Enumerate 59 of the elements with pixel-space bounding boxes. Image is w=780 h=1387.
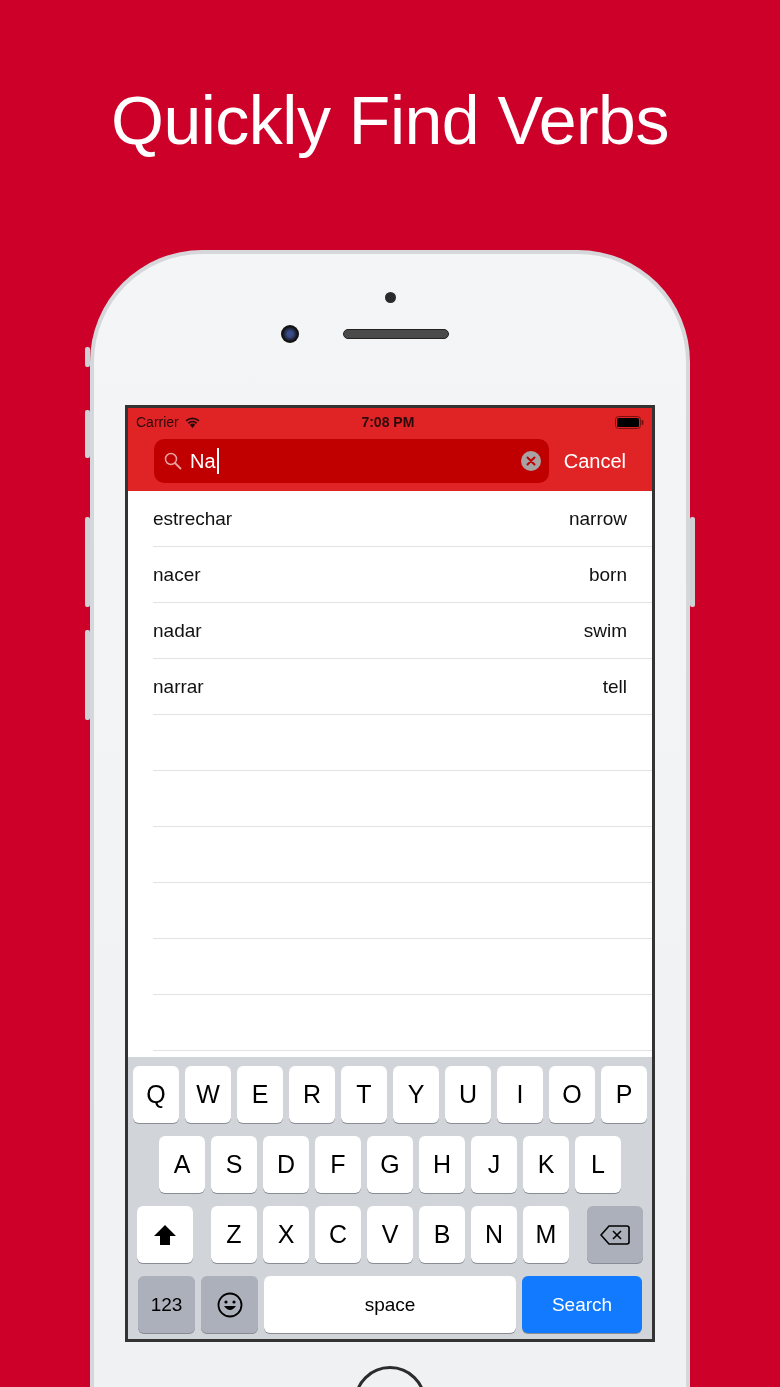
carrier-label: Carrier: [136, 414, 179, 430]
letter-key[interactable]: O: [549, 1066, 595, 1123]
emoji-key[interactable]: [201, 1276, 258, 1333]
spanish-verb: narrar: [153, 675, 204, 698]
letter-key[interactable]: I: [497, 1066, 543, 1123]
letter-key[interactable]: F: [315, 1136, 361, 1193]
english-translation: born: [588, 563, 627, 586]
letter-key[interactable]: R: [289, 1066, 335, 1123]
letter-key[interactable]: E: [237, 1066, 283, 1123]
letter-key[interactable]: W: [185, 1066, 231, 1123]
letter-key[interactable]: P: [601, 1066, 647, 1123]
letter-key[interactable]: G: [367, 1136, 413, 1193]
letter-key[interactable]: S: [211, 1136, 257, 1193]
letter-key[interactable]: T: [341, 1066, 387, 1123]
letter-key[interactable]: U: [445, 1066, 491, 1123]
letter-key[interactable]: X: [263, 1206, 309, 1263]
cancel-button[interactable]: Cancel: [548, 449, 644, 473]
result-row[interactable]: nadar swim: [153, 603, 652, 659]
clear-icon[interactable]: [520, 451, 541, 471]
letter-key[interactable]: L: [575, 1136, 621, 1193]
smiley-icon: [216, 1291, 243, 1318]
spanish-verb: nacer: [153, 563, 201, 586]
battery-icon: [615, 415, 644, 429]
search-value: Na: [190, 448, 219, 474]
letter-key[interactable]: D: [263, 1136, 309, 1193]
numbers-key[interactable]: 123: [138, 1276, 195, 1333]
letter-key[interactable]: Y: [393, 1066, 439, 1123]
letter-key[interactable]: B: [419, 1206, 465, 1263]
letter-key[interactable]: N: [471, 1206, 517, 1263]
shift-arrow-icon: [153, 1223, 177, 1246]
status-time: 7:08 PM: [361, 414, 415, 430]
spanish-verb: nadar: [153, 619, 202, 642]
letter-key[interactable]: M: [523, 1206, 569, 1263]
letter-key[interactable]: J: [471, 1136, 517, 1193]
wifi-icon: [183, 416, 201, 428]
delete-key[interactable]: [587, 1206, 643, 1263]
letter-key[interactable]: V: [367, 1206, 413, 1263]
shift-key[interactable]: [137, 1206, 193, 1263]
search-key[interactable]: Search: [522, 1276, 642, 1333]
search-icon: [164, 452, 182, 470]
letter-key[interactable]: Q: [133, 1066, 179, 1123]
headline: Quickly Find Verbs: [111, 81, 669, 160]
letter-key[interactable]: Z: [211, 1206, 257, 1263]
space-key[interactable]: space: [264, 1276, 516, 1333]
english-translation: narrow: [568, 507, 627, 530]
english-translation: tell: [602, 675, 627, 698]
result-row[interactable]: narrar tell: [153, 659, 652, 715]
result-row[interactable]: estrechar narrow: [153, 491, 652, 547]
letter-key[interactable]: A: [159, 1136, 205, 1193]
sensor-dot: [384, 292, 396, 303]
spanish-verb: estrechar: [153, 507, 233, 530]
camera-icon: [281, 325, 299, 343]
letter-key[interactable]: H: [419, 1136, 465, 1193]
letter-key[interactable]: C: [315, 1206, 361, 1263]
letter-key[interactable]: K: [523, 1136, 569, 1193]
english-translation: swim: [583, 619, 627, 642]
search-field[interactable]: Na: [154, 439, 549, 483]
backspace-icon: [600, 1223, 630, 1246]
result-row[interactable]: nacer born: [153, 547, 652, 603]
